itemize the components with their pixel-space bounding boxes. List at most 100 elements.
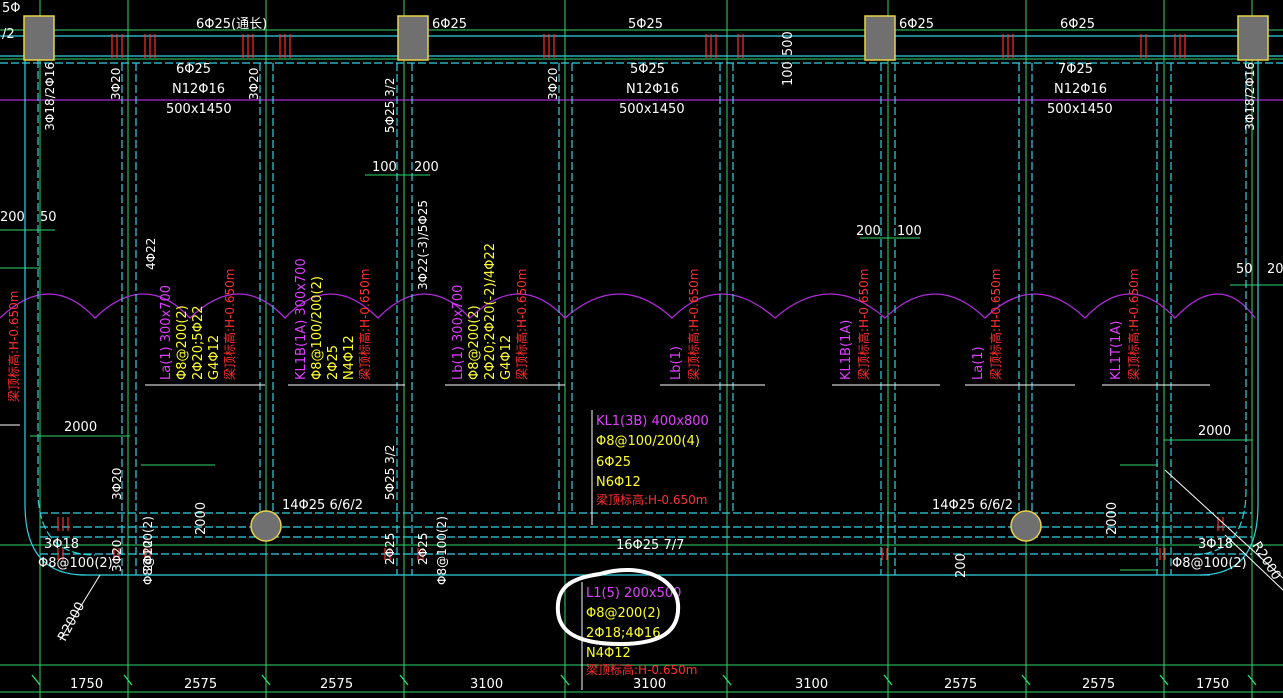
beam-name: La(1) 300x700 (159, 285, 174, 380)
beam-name: KL1B(1A) (839, 320, 854, 380)
rebar-note: 4Φ22 (144, 238, 158, 270)
kl1-name: KL1(3B) 400x800 (596, 414, 709, 429)
kl1-stirrup: Φ8@100/200(4) (596, 434, 700, 449)
dimension-text: 500 (781, 31, 796, 56)
beam-name: KL1B(1A) 300x700 (294, 258, 309, 380)
column-4 (1237, 15, 1269, 61)
beam-stirrup: Φ8@200(2) (175, 305, 190, 380)
beam-extra: G4Φ12 (207, 335, 222, 380)
beam-level: 梁顶标高:H-0.650m (1126, 269, 1141, 380)
dimension-text: 200 (954, 553, 969, 578)
dimension-text: 50 (1236, 262, 1253, 277)
rebar-note: Φ8@100(2) (435, 516, 449, 585)
beam-level: 梁顶标高:H-0.650m (856, 269, 871, 380)
dimension-text: 2000 (1105, 502, 1120, 535)
kl1-torsion: N6Φ12 (596, 475, 641, 490)
inner-beam-count: 7Φ25 (1058, 62, 1093, 77)
left-corner-bars: 3Φ18 (44, 537, 79, 552)
dimension-text: 200 (0, 210, 25, 225)
dimension-text: 2000 (1198, 424, 1231, 439)
dimension-text: 100 (897, 224, 922, 239)
kl1-level: 梁顶标高:H-0.650m (596, 492, 707, 507)
dimension-text: 200 (856, 224, 881, 239)
bottom-dim: 3100 (470, 677, 503, 692)
right-corner-stirrup: Φ8@100(2) (1172, 556, 1247, 571)
beam-bars: 2Φ20;5Φ22 (191, 306, 206, 380)
beam-bars: 2Φ25 (326, 345, 341, 380)
bottom-dim: 2575 (184, 677, 217, 692)
bottom-beam-top-right: 14Φ25 6/6/2 (932, 498, 1013, 513)
beam-extra: N4Φ12 (342, 335, 357, 380)
corner-text: /2 (2, 27, 15, 42)
inner-beam-torsion: N12Φ16 (172, 82, 225, 97)
beam-stirrup: Φ8@100/200(2) (310, 276, 325, 380)
dimension-text: 100 (781, 61, 796, 86)
inner-beam-section: 500x1450 (166, 102, 232, 117)
rebar-note: 3Φ22(-3)/5Φ25 (416, 200, 430, 290)
left-strip-rebar: 3Φ18/2Φ16 (43, 62, 57, 131)
left-corner-stirrup: Φ8@100(2) (38, 556, 113, 571)
round-column-right (1010, 510, 1042, 542)
top-beam-label: 6Φ25 (432, 17, 467, 32)
bottom-dim: 2575 (1082, 677, 1115, 692)
round-column-left (250, 510, 282, 542)
dimension-text: 200 (1267, 262, 1283, 277)
top-beam-label: 6Φ25(通长) (196, 17, 267, 32)
structural-plan-drawing: 6Φ25(通长) 6Φ25 5Φ25 6Φ25 6Φ25 5Φ /2 3Φ18/… (0, 0, 1283, 698)
rebar-note: 3Φ20 (110, 468, 124, 500)
beam-name: La(1) (971, 346, 986, 380)
right-corner-bars: 3Φ18 (1198, 537, 1233, 552)
rebar-note: 3Φ20 (109, 68, 123, 100)
bottom-dim: 2575 (320, 677, 353, 692)
dimension-text: 2000 (64, 420, 97, 435)
beam-level: 梁顶标高:H-0.650m (222, 269, 237, 380)
inner-beam-section: 500x1450 (1047, 102, 1113, 117)
beam-level: 梁顶标高:H-0.650m (686, 269, 701, 380)
beam-name: KL1T(1A) (1109, 321, 1124, 380)
l1-torsion: N4Φ12 (586, 646, 631, 661)
dimension-text: 200 (414, 160, 439, 175)
beam-stirrup: Φ8@200(2) (467, 305, 482, 380)
l1-stirrup: Φ8@200(2) (586, 606, 661, 621)
rebar-note: 2Φ25 (383, 533, 397, 565)
bottom-beam-center: 16Φ25 7/7 (616, 538, 684, 553)
inner-beam-section: 500x1450 (619, 102, 685, 117)
dimension-text: 2000 (194, 502, 209, 535)
bottom-dim: 3100 (795, 677, 828, 692)
top-beam-label: 6Φ25 (1060, 17, 1095, 32)
l1-bars: 2Φ18;4Φ16 (586, 626, 660, 641)
inner-beam-torsion: N12Φ16 (626, 82, 679, 97)
rebar-note: 5Φ25 3/2 (383, 445, 397, 500)
l1-name: L1(5) 200x500 (586, 586, 681, 601)
column-2 (397, 15, 429, 61)
rebar-note: 5Φ25 3/2 (383, 78, 397, 133)
bottom-dim: 3100 (633, 677, 666, 692)
beam-bars: 2Φ20;2Φ20(-2)/4Φ22 (483, 243, 498, 380)
rebar-note: 3Φ20 (247, 68, 261, 100)
corner-text: 5Φ (2, 1, 21, 16)
beam-level: 梁顶标高:H-0.650m (514, 269, 529, 380)
column-3 (864, 15, 896, 61)
beam-extra: G4Φ12 (499, 335, 514, 380)
beam-level: 梁顶标高:H-0.650m (357, 269, 372, 380)
column-1 (23, 15, 55, 61)
dimension-text: 50 (40, 210, 57, 225)
kl1-top: 6Φ25 (596, 455, 631, 470)
bottom-beam-top-left: 14Φ25 6/6/2 (282, 498, 363, 513)
dimension-text: 100 (372, 160, 397, 175)
inner-beam-torsion: N12Φ16 (1054, 82, 1107, 97)
right-strip-rebar: 3Φ18/2Φ16 (1243, 62, 1257, 131)
rebar-note: Φ8@100(2) (141, 516, 155, 585)
top-beam-label: 6Φ25 (899, 17, 934, 32)
l1-level: 梁顶标高:H-0.650m (586, 662, 697, 677)
left-edge-level: 梁顶标高:H-0.650m (6, 291, 21, 402)
inner-beam-count: 6Φ25 (176, 62, 211, 77)
rebar-note: 2Φ25 (416, 533, 430, 565)
rebar-note: 3Φ20 (546, 68, 560, 100)
inner-beam-count: 5Φ25 (630, 62, 665, 77)
bottom-dim: 1750 (70, 677, 103, 692)
beam-level: 梁顶标高:H-0.650m (988, 269, 1003, 380)
bottom-dim: 1750 (1196, 677, 1229, 692)
beam-name: Lb(1) (669, 346, 684, 380)
top-beam-label: 5Φ25 (628, 17, 663, 32)
